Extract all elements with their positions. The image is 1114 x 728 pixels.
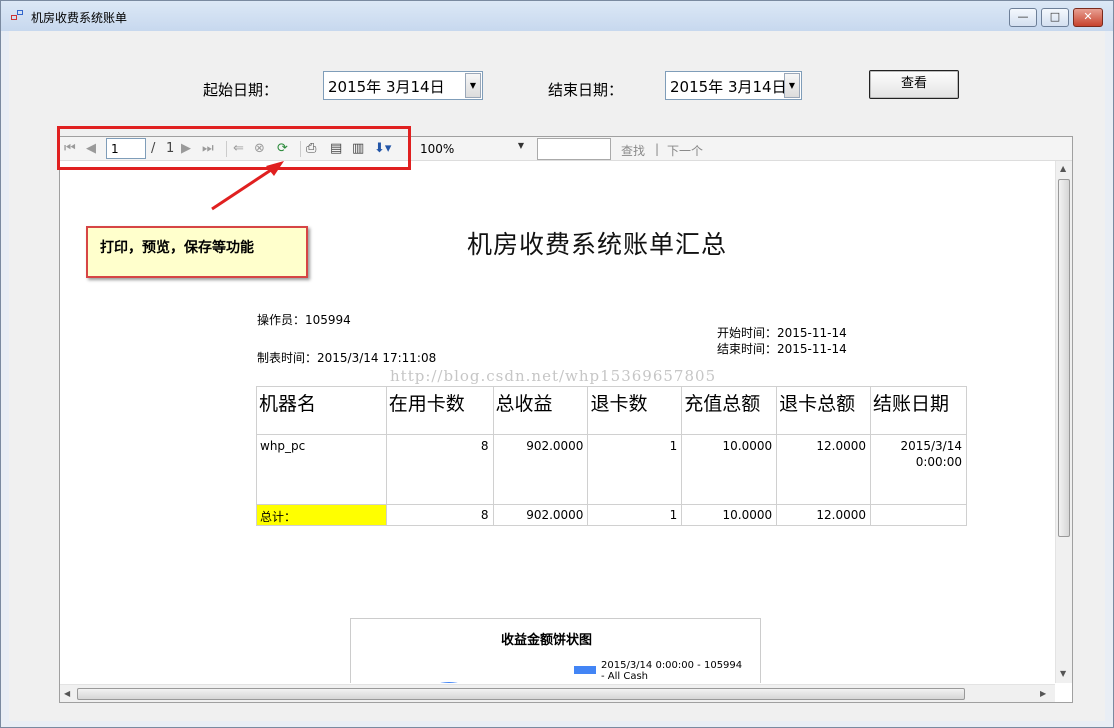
legend-line: 2015/3/14 0:00:00 - 105994 xyxy=(601,660,743,671)
minimize-button[interactable]: — xyxy=(1009,8,1037,27)
total-cards: 8 xyxy=(385,504,494,526)
start-date-label: 起始日期： xyxy=(203,81,279,99)
legend-swatch xyxy=(574,666,596,674)
app-icon xyxy=(11,10,25,22)
cell-machine: whp_pc xyxy=(256,434,387,505)
title-bar[interactable]: 机房收费系统账单 — □ ✕ xyxy=(1,1,1113,31)
total-recharge: 10.0000 xyxy=(681,504,778,526)
pie-chart: 收益金额饼状图 2015/3/14 0:00:00 - 105994 - All… xyxy=(350,618,761,683)
watermark: http://blog.csdn.net/whp15369657805 xyxy=(390,367,717,385)
cell-date-line: 0:00:00 xyxy=(915,455,962,469)
find-next-link[interactable]: 下一个 xyxy=(667,142,703,159)
total-empty-cell xyxy=(870,504,967,526)
maximize-button[interactable]: □ xyxy=(1041,8,1069,27)
column-header: 退卡总额 xyxy=(776,386,872,435)
find-divider: | xyxy=(655,142,660,156)
zoom-select[interactable]: 100% ▼ xyxy=(416,139,526,159)
window-title: 机房收费系统账单 xyxy=(31,11,128,25)
scroll-left-icon[interactable]: ◀ xyxy=(64,689,70,698)
scroll-down-icon[interactable]: ▼ xyxy=(1060,669,1066,678)
cell-refunds: 1 xyxy=(587,434,683,505)
report-viewer: ⏮ ◀ 1 / 1 ▶ ⏭ ⇐ ⊗ ⟳ ⎙ ▤ ▥ ⬇▾ 100% ▼ 查找 |… xyxy=(59,136,1073,703)
column-header: 结账日期 xyxy=(870,386,967,435)
find-input[interactable] xyxy=(537,138,611,160)
vertical-scrollbar[interactable]: ▲ ▼ xyxy=(1055,161,1072,683)
table-header-row: 机器名 在用卡数 总收益 退卡数 充值总额 退卡总额 结账日期 xyxy=(256,386,967,435)
cell-refund-total: 12.0000 xyxy=(776,434,872,505)
view-button[interactable]: 查看 xyxy=(869,70,959,99)
app-window: 机房收费系统账单 — □ ✕ 起始日期： 2015年 3月14日 ▼ 结束日期：… xyxy=(0,0,1114,728)
column-header: 总收益 xyxy=(492,386,589,435)
scroll-right-icon[interactable]: ▶ xyxy=(1040,689,1046,698)
horizontal-scroll-thumb[interactable] xyxy=(77,688,965,700)
report-title: 机房收费系统账单汇总 xyxy=(467,230,728,259)
zoom-value: 100% xyxy=(420,142,455,156)
total-row: 总计： 8 902.0000 1 10.0000 12.0000 xyxy=(256,504,967,526)
start-date-picker[interactable]: 2015年 3月14日 ▼ xyxy=(323,71,483,100)
total-refunds: 1 xyxy=(587,504,683,526)
annotation-arrow-icon xyxy=(211,161,284,211)
end-date-label: 结束日期： xyxy=(548,81,624,99)
chevron-down-icon[interactable]: ▼ xyxy=(784,73,800,98)
pie-slice xyxy=(429,682,469,683)
end-time-text: 结束时间：2015-11-14 xyxy=(717,342,847,356)
operator-text: 操作员：105994 xyxy=(257,313,351,327)
column-header: 在用卡数 xyxy=(385,386,494,435)
column-header: 充值总额 xyxy=(681,386,778,435)
cell-recharge: 10.0000 xyxy=(681,434,778,505)
cell-cards: 8 xyxy=(385,434,494,505)
find-link[interactable]: 查找 xyxy=(621,142,645,159)
cell-date-line: 2015/3/14 xyxy=(900,439,962,453)
legend-entry: 2015/3/14 0:00:00 - 105994 - All Cash xyxy=(601,660,742,682)
total-refund-total: 12.0000 xyxy=(776,504,872,526)
cell-income: 902.0000 xyxy=(492,434,589,505)
summary-table: 机器名 在用卡数 总收益 退卡数 充值总额 退卡总额 结账日期 whp_pc 8… xyxy=(256,386,967,526)
start-time-text: 开始时间：2015-11-14 xyxy=(717,326,847,340)
legend-line: - All Cash xyxy=(601,671,649,682)
end-date-picker[interactable]: 2015年 3月14日 ▼ xyxy=(665,71,802,100)
chevron-down-icon[interactable]: ▼ xyxy=(518,141,524,150)
table-row: whp_pc 8 902.0000 1 10.0000 12.0000 2015… xyxy=(256,434,967,505)
horizontal-scrollbar[interactable]: ◀ ▶ xyxy=(60,684,1055,702)
created-time-text: 制表时间：2015/3/14 17:11:08 xyxy=(257,351,437,365)
column-header: 机器名 xyxy=(256,386,387,435)
total-income: 902.0000 xyxy=(492,504,589,526)
chart-title: 收益金额饼状图 xyxy=(501,633,593,648)
end-date-value: 2015年 3月14日 xyxy=(670,78,787,96)
vertical-scroll-thumb[interactable] xyxy=(1058,179,1070,537)
close-button[interactable]: ✕ xyxy=(1073,8,1103,27)
cell-date: 2015/3/14 0:00:00 xyxy=(870,434,967,505)
start-date-value: 2015年 3月14日 xyxy=(328,78,445,96)
column-header: 退卡数 xyxy=(587,386,683,435)
scroll-up-icon[interactable]: ▲ xyxy=(1060,164,1066,173)
annotation-callout: 打印，预览，保存等功能 xyxy=(86,226,308,278)
total-label: 总计： xyxy=(256,504,387,526)
chevron-down-icon[interactable]: ▼ xyxy=(465,73,481,98)
